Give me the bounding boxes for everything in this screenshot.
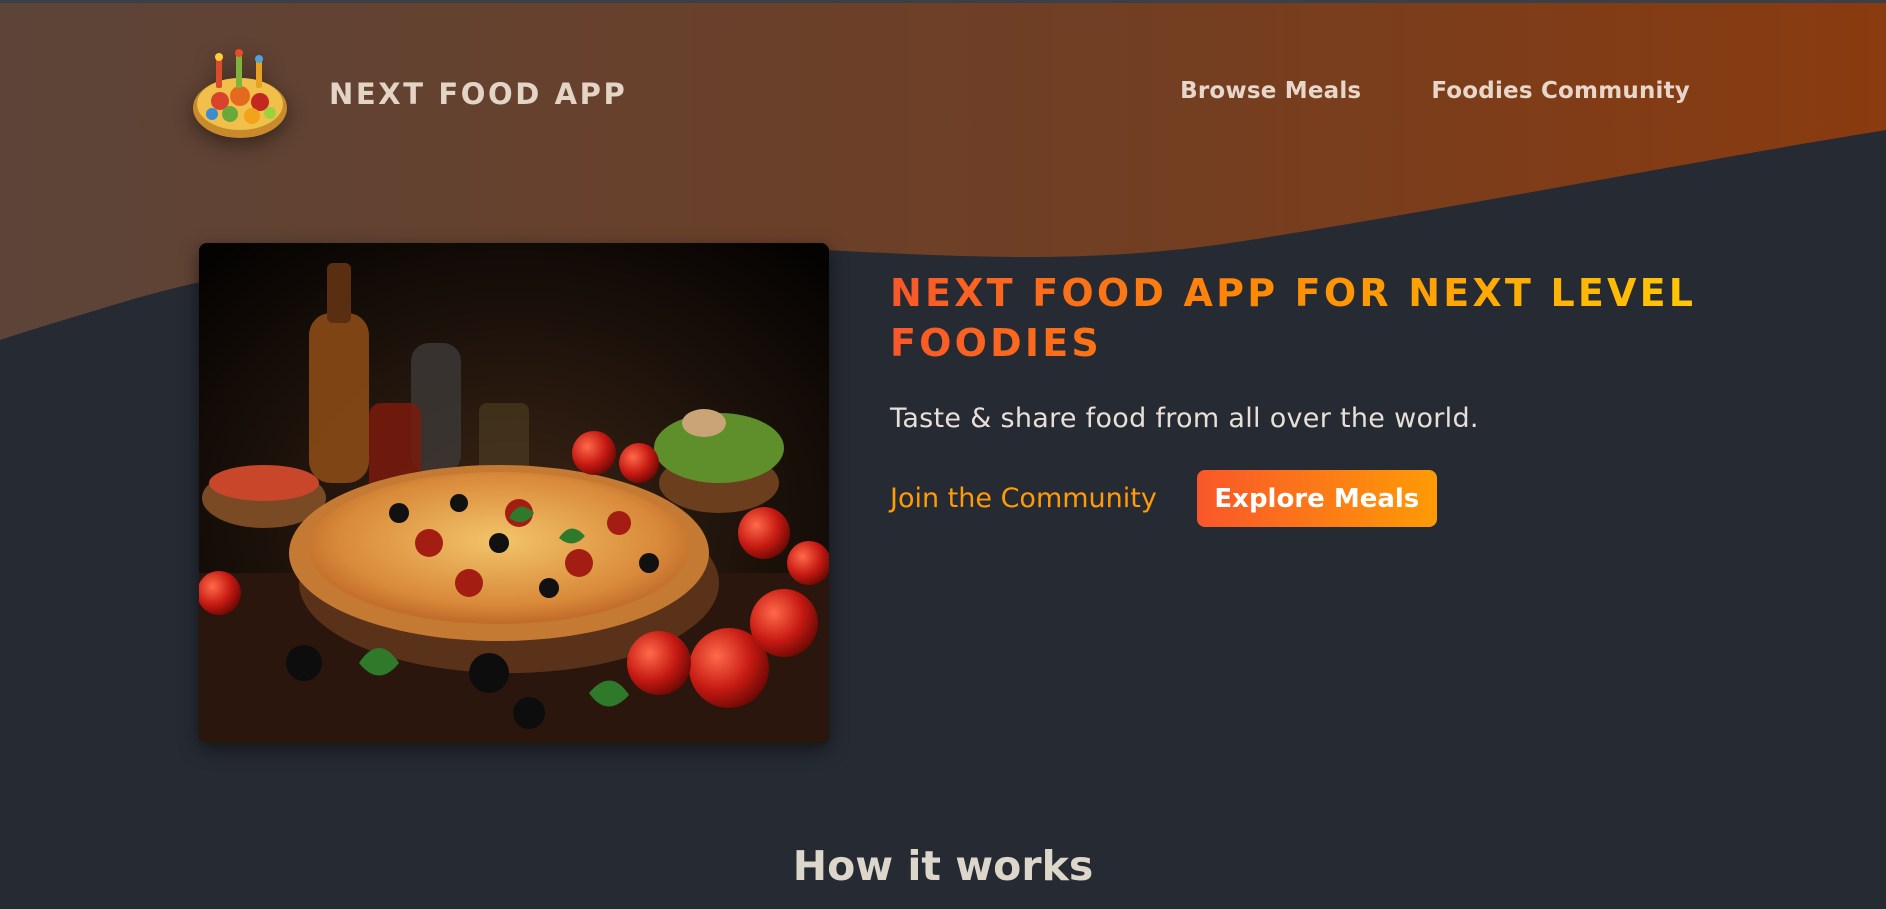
pizza-image-illustration [199, 243, 829, 743]
main-nav: Browse Meals Foodies Community [1180, 78, 1690, 104]
how-it-works-heading: How it works [792, 842, 1094, 890]
food-plate-logo-icon [193, 49, 287, 138]
hero-pizza-image [199, 243, 829, 743]
home-logo-link[interactable]: NEXT FOOD APP [190, 46, 627, 141]
site-header: NEXT FOOD APP Browse Meals Foodies Commu… [0, 0, 1886, 190]
hero-title: NEXT FOOD APP FOR NEXT LEVEL FOODIES [890, 268, 1710, 368]
hero-cta-row: Join the Community Explore Meals [890, 470, 1710, 527]
hero-subtitle: Taste & share food from all over the wor… [890, 403, 1479, 434]
site-title: NEXT FOOD APP [329, 76, 628, 111]
hero-content: NEXT FOOD APP FOR NEXT LEVEL FOODIES Tas… [890, 268, 1710, 527]
explore-meals-button[interactable]: Explore Meals [1196, 470, 1437, 527]
join-community-link[interactable]: Join the Community [890, 483, 1157, 514]
page-root: NEXT FOOD APP Browse Meals Foodies Commu… [0, 0, 1886, 909]
nav-browse-meals[interactable]: Browse Meals [1180, 78, 1361, 104]
nav-foodies-community[interactable]: Foodies Community [1431, 78, 1690, 104]
